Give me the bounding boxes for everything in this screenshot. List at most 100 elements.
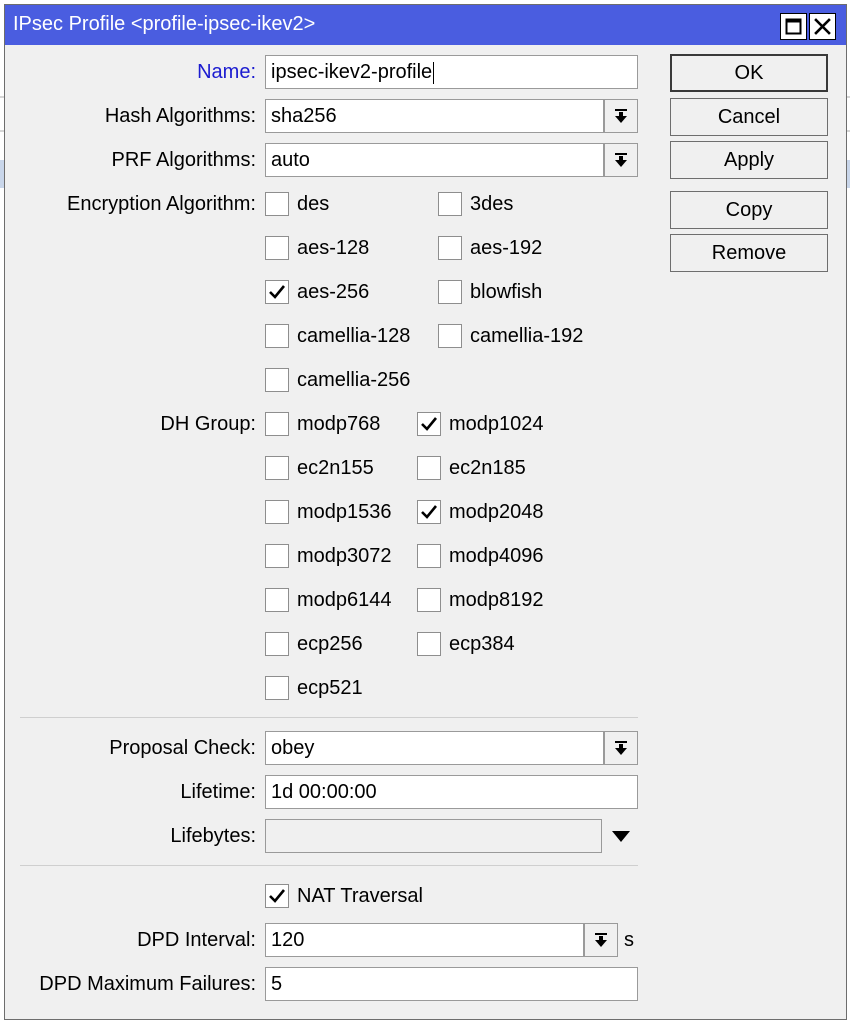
encryption-algorithm-option-label: aes-192	[470, 237, 543, 259]
encryption-algorithm-checkbox[interactable]	[265, 192, 289, 216]
dh-group-option-label: modp4096	[449, 545, 544, 567]
prf-algorithms-label: PRF Algorithms:	[111, 149, 256, 171]
dh-group-label: DH Group:	[160, 413, 256, 435]
dh-group-option-label: ec2n155	[297, 457, 374, 479]
checkmark-icon	[269, 889, 286, 903]
dh-group-checkbox[interactable]	[265, 632, 289, 656]
dh-group-checkbox[interactable]	[265, 544, 289, 568]
name-value: ipsec-ikev2-profile	[271, 61, 433, 83]
nat-traversal-checkbox[interactable]	[265, 884, 289, 908]
lifebytes-expand-arrow-icon[interactable]	[611, 830, 631, 843]
dh-group-option-label: modp8192	[449, 589, 544, 611]
encryption-algorithm-option-label: 3des	[470, 193, 514, 215]
lifebytes-label: Lifebytes:	[170, 825, 256, 847]
encryption-algorithm-option-label: camellia-256	[297, 369, 411, 391]
dh-group-checkbox[interactable]	[265, 500, 289, 524]
hash-algorithms-dropdown-button[interactable]	[604, 99, 638, 133]
encryption-algorithm-checkbox[interactable]	[265, 280, 289, 304]
ipsec-profile-dialog: IPsec Profile <profile-ipsec-ikev2> Name…	[4, 4, 847, 1020]
dpd-max-failures-value: 5	[271, 973, 283, 995]
dpd-max-failures-input[interactable]: 5	[265, 967, 638, 1001]
dpd-interval-unit: s	[624, 929, 634, 951]
lifebytes-input[interactable]	[265, 819, 602, 853]
dh-group-checkbox[interactable]	[265, 676, 289, 700]
encryption-algorithm-option-label: aes-256	[297, 281, 370, 303]
dh-group-option-label: ecp384	[449, 633, 515, 655]
dpd-interval-label: DPD Interval:	[137, 929, 256, 951]
dh-group-option-label: modp1536	[297, 501, 392, 523]
close-icon	[814, 18, 831, 35]
encryption-algorithm-option-label: des	[297, 193, 330, 215]
dropdown-arrow-icon	[595, 933, 607, 947]
dh-group-checkbox[interactable]	[417, 412, 441, 436]
encryption-algorithm-checkbox[interactable]	[265, 324, 289, 348]
dh-group-checkbox[interactable]	[417, 588, 441, 612]
dh-group-checkbox[interactable]	[417, 456, 441, 480]
lifetime-input[interactable]: 1d 00:00:00	[265, 775, 638, 809]
lifetime-label: Lifetime:	[180, 781, 256, 803]
encryption-algorithm-option-label: aes-128	[297, 237, 370, 259]
proposal-check-label: Proposal Check:	[109, 737, 256, 759]
dh-group-option-label: ecp256	[297, 633, 363, 655]
dh-group-checkbox[interactable]	[265, 412, 289, 436]
name-input[interactable]: ipsec-ikev2-profile	[265, 55, 638, 89]
dh-group-option-label: modp6144	[297, 589, 392, 611]
checkmark-icon	[421, 505, 438, 519]
apply-button[interactable]: Apply	[670, 141, 828, 179]
name-label: Name:	[197, 61, 256, 83]
hash-algorithms-select[interactable]: sha256	[265, 99, 604, 133]
remove-button[interactable]: Remove	[670, 234, 828, 272]
proposal-check-dropdown-button[interactable]	[604, 731, 638, 765]
encryption-algorithm-checkbox[interactable]	[265, 236, 289, 260]
window-title: IPsec Profile <profile-ipsec-ikev2>	[13, 13, 316, 35]
dh-group-checkbox[interactable]	[417, 500, 441, 524]
hash-algorithms-value: sha256	[271, 105, 337, 127]
checkmark-icon	[421, 417, 438, 431]
dh-group-checkbox[interactable]	[417, 632, 441, 656]
dh-group-option-label: modp2048	[449, 501, 544, 523]
dh-group-checkbox[interactable]	[265, 588, 289, 612]
dpd-interval-dropdown-button[interactable]	[584, 923, 618, 957]
encryption-algorithm-checkbox[interactable]	[438, 236, 462, 260]
prf-algorithms-dropdown-button[interactable]	[604, 143, 638, 177]
dh-group-option-label: modp768	[297, 413, 381, 435]
checkmark-icon	[269, 285, 286, 299]
dropdown-arrow-icon	[615, 109, 627, 123]
dpd-interval-value: 120	[271, 929, 305, 951]
dpd-max-failures-label: DPD Maximum Failures:	[39, 973, 256, 995]
cancel-button[interactable]: Cancel	[670, 98, 828, 136]
separator	[20, 865, 638, 866]
nat-traversal-label: NAT Traversal	[297, 885, 423, 907]
maximize-icon	[785, 18, 802, 35]
maximize-button[interactable]	[780, 13, 807, 40]
dh-group-checkbox[interactable]	[265, 456, 289, 480]
text-caret	[433, 61, 435, 84]
hash-algorithms-label: Hash Algorithms:	[104, 105, 256, 127]
dh-group-option-label: ec2n185	[449, 457, 526, 479]
dropdown-arrow-icon	[615, 153, 627, 167]
encryption-algorithm-option-label: camellia-192	[470, 325, 584, 347]
dh-group-checkbox[interactable]	[417, 544, 441, 568]
dpd-interval-input[interactable]: 120	[265, 923, 584, 957]
encryption-algorithm-label: Encryption Algorithm:	[67, 193, 256, 215]
proposal-check-value: obey	[271, 737, 315, 759]
separator	[20, 717, 638, 718]
dh-group-option-label: modp1024	[449, 413, 544, 435]
ok-button[interactable]: OK	[670, 54, 828, 92]
prf-algorithms-select[interactable]: auto	[265, 143, 604, 177]
dropdown-arrow-icon	[615, 741, 627, 755]
encryption-algorithm-checkbox[interactable]	[438, 192, 462, 216]
copy-button[interactable]: Copy	[670, 191, 828, 229]
encryption-algorithm-checkbox[interactable]	[438, 280, 462, 304]
encryption-algorithm-checkbox[interactable]	[438, 324, 462, 348]
lifetime-value: 1d 00:00:00	[271, 781, 377, 803]
close-button[interactable]	[809, 13, 836, 40]
proposal-check-select[interactable]: obey	[265, 731, 604, 765]
title-bar[interactable]: IPsec Profile <profile-ipsec-ikev2>	[5, 5, 846, 45]
prf-algorithms-value: auto	[271, 149, 310, 171]
encryption-algorithm-option-label: blowfish	[470, 281, 543, 303]
dh-group-option-label: modp3072	[297, 545, 392, 567]
dh-group-option-label: ecp521	[297, 677, 363, 699]
encryption-algorithm-checkbox[interactable]	[265, 368, 289, 392]
encryption-algorithm-option-label: camellia-128	[297, 325, 411, 347]
